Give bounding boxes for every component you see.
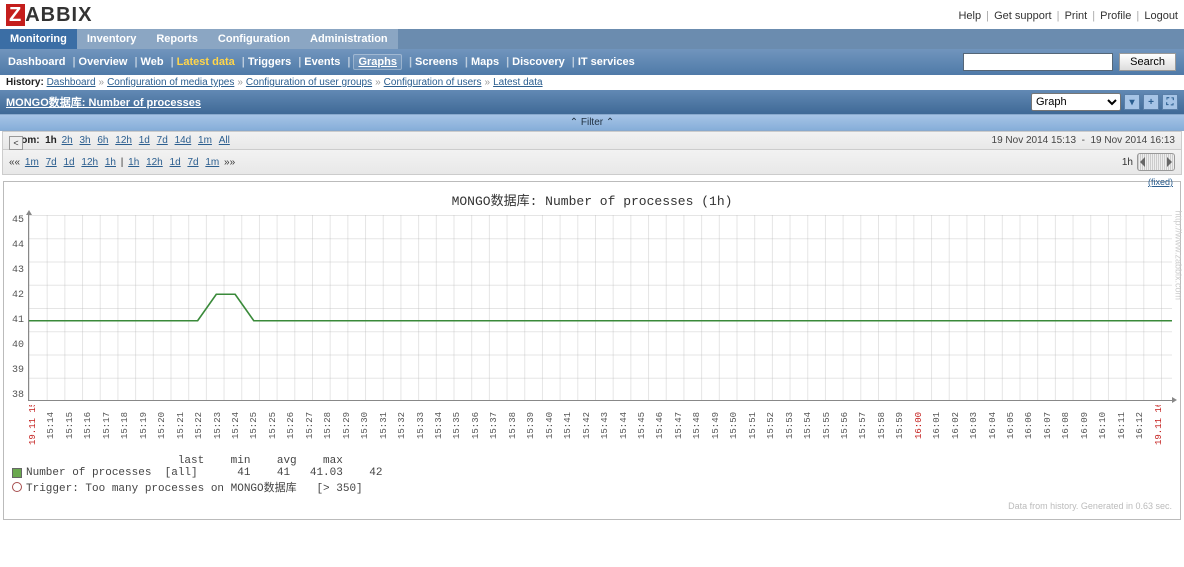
main-tab-configuration[interactable]: Configuration	[208, 29, 300, 49]
zoom-links: 2h 3h 6h 12h 1d 7d 14d 1m All	[60, 135, 232, 146]
legend-header: last min avg max	[26, 455, 1172, 467]
search-button[interactable]: Search	[1119, 53, 1176, 71]
filter-toggle[interactable]: ⌃ Filter ⌃	[0, 114, 1184, 131]
zoom-All[interactable]: All	[219, 135, 230, 146]
history-link[interactable]: Configuration of media types	[107, 77, 234, 88]
nav-fwd-1h[interactable]: 1h	[128, 157, 139, 168]
breadcrumb: History: Dashboard»Configuration of medi…	[0, 75, 1184, 90]
watermark: http://www.zabbix.com	[1174, 210, 1184, 300]
top-links: Help | Get support | Print | Profile | L…	[958, 10, 1178, 22]
sub-tab-screens[interactable]: Screens	[415, 56, 458, 68]
chart-title: MONGO数据库: Number of processes (1h)	[12, 190, 1172, 209]
history-link[interactable]: Configuration of user groups	[246, 77, 372, 88]
title-bar: MONGO数据库: Number of processes Graph ▾ + …	[0, 90, 1184, 114]
sub-tab-latest-data[interactable]: Latest data	[177, 56, 235, 68]
nav-fwd-7d[interactable]: 7d	[187, 157, 198, 168]
logo: ZABBIX	[6, 4, 92, 27]
logo-z: Z	[6, 4, 25, 26]
history-link[interactable]: Latest data	[493, 77, 542, 88]
sub-tab-web[interactable]: Web	[141, 56, 164, 68]
sub-tab-maps[interactable]: Maps	[471, 56, 499, 68]
sub-tab-triggers[interactable]: Triggers	[248, 56, 291, 68]
view-select[interactable]: Graph	[1031, 93, 1121, 111]
top-link-logout[interactable]: Logout	[1144, 10, 1178, 22]
legend-row: Number of processes [all] 41 41 41.03 42	[12, 467, 1172, 479]
sub-tab-graphs[interactable]: Graphs	[353, 54, 402, 70]
main-tab-administration[interactable]: Administration	[300, 29, 398, 49]
sub-tabs-bar: Dashboard|Overview|Web|Latest data|Trigg…	[0, 49, 1184, 75]
top-link-get-support[interactable]: Get support	[994, 10, 1051, 22]
zoom-selected: 1h	[45, 135, 57, 146]
zoom-3h[interactable]: 3h	[79, 135, 90, 146]
zoom-7d[interactable]: 7d	[157, 135, 168, 146]
dropdown-toggle-icon[interactable]: ▾	[1124, 94, 1140, 110]
nav-fwd-1m[interactable]: 1m	[205, 157, 219, 168]
nav-left-links: 1m 7d 1d 12h 1h	[23, 157, 118, 168]
page-title: MONGO数据库: Number of processes	[6, 94, 201, 110]
top-link-print[interactable]: Print	[1065, 10, 1088, 22]
main-tabs: MonitoringInventoryReportsConfigurationA…	[0, 29, 1184, 49]
zoom-bar: Zoom: 1h 2h 3h 6h 12h 1d 7d 14d 1m All 1…	[2, 131, 1182, 150]
nav-fwd-12h[interactable]: 12h	[146, 157, 163, 168]
timeline-nav: < «« 1m 7d 1d 12h 1h | 1h 12h 1d 7d 1m »…	[2, 150, 1182, 175]
zoom-2h[interactable]: 2h	[62, 135, 73, 146]
nav-fwd-1d[interactable]: 1d	[170, 157, 181, 168]
nav-right-links: 1h 12h 1d 7d 1m	[126, 157, 221, 168]
nav-back-7d[interactable]: 7d	[46, 157, 57, 168]
sub-tab-events[interactable]: Events	[304, 56, 340, 68]
zoom-12h[interactable]: 12h	[115, 135, 132, 146]
zoom-6h[interactable]: 6h	[97, 135, 108, 146]
circle-marker-icon	[12, 482, 22, 492]
nav-duration: 1h	[1122, 157, 1133, 168]
history-link[interactable]: Dashboard	[47, 77, 96, 88]
legend-row: Trigger: Too many processes on MONGO数据库 …	[12, 479, 1172, 495]
zoom-1d[interactable]: 1d	[139, 135, 150, 146]
top-link-help[interactable]: Help	[958, 10, 981, 22]
chart-container: MONGO数据库: Number of processes (1h) 45444…	[3, 181, 1181, 520]
history-link[interactable]: Configuration of users	[384, 77, 482, 88]
fixed-toggle[interactable]: (fixed)	[1148, 177, 1173, 187]
fullscreen-icon[interactable]: ⛶	[1162, 94, 1178, 110]
chart-legend: last min avg max Number of processes [al…	[12, 455, 1172, 495]
add-icon[interactable]: +	[1143, 94, 1159, 110]
y-axis: 4544434241403938	[12, 215, 28, 401]
top-link-profile[interactable]: Profile	[1100, 10, 1131, 22]
sub-tab-dashboard[interactable]: Dashboard	[8, 56, 65, 68]
date-from[interactable]: 19 Nov 2014 15:13	[992, 135, 1077, 146]
search-input[interactable]	[963, 53, 1113, 71]
date-to[interactable]: 19 Nov 2014 16:13	[1090, 135, 1175, 146]
nav-back-1h[interactable]: 1h	[105, 157, 116, 168]
timeline-scroll-widget[interactable]	[1137, 153, 1175, 171]
logo-rest: ABBIX	[25, 4, 92, 26]
square-marker-icon	[12, 468, 22, 478]
zoom-1m[interactable]: 1m	[198, 135, 212, 146]
footer-note: Data from history. Generated in 0.63 sec…	[12, 501, 1172, 511]
chart-plot	[28, 215, 1172, 401]
x-axis: 19.11 15:1315:1415:1515:1615:1715:1815:1…	[28, 405, 1172, 445]
zoom-14d[interactable]: 14d	[175, 135, 192, 146]
sub-tab-it-services[interactable]: IT services	[578, 56, 635, 68]
sub-tab-discovery[interactable]: Discovery	[512, 56, 565, 68]
nav-back-1d[interactable]: 1d	[64, 157, 75, 168]
caret-up-icon: ⌃	[606, 117, 614, 128]
main-tab-inventory[interactable]: Inventory	[77, 29, 147, 49]
sub-tabs: Dashboard|Overview|Web|Latest data|Trigg…	[8, 56, 639, 68]
main-tab-monitoring[interactable]: Monitoring	[0, 29, 77, 49]
nav-back-1m[interactable]: 1m	[25, 157, 39, 168]
x-axis-arrow-icon	[1172, 397, 1177, 403]
nav-back-12h[interactable]: 12h	[81, 157, 98, 168]
step-back-button[interactable]: <	[9, 136, 23, 150]
chart-line	[29, 215, 1172, 400]
caret-up-icon: ⌃	[570, 117, 578, 128]
main-tab-reports[interactable]: Reports	[146, 29, 208, 49]
sub-tab-overview[interactable]: Overview	[79, 56, 128, 68]
